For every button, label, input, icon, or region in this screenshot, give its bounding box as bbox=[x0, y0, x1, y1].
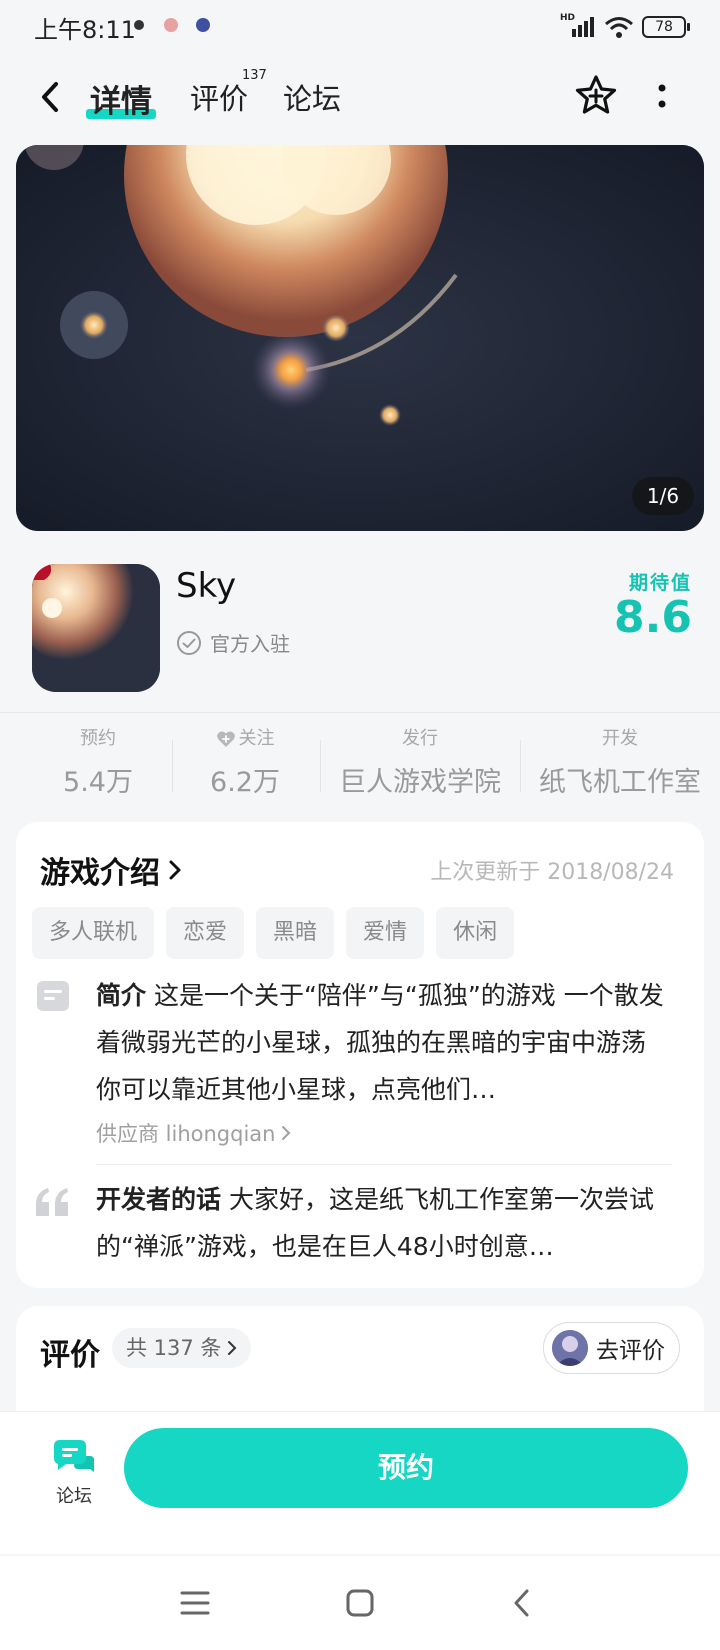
provider-link[interactable]: 供应商 lihongqian bbox=[96, 1118, 291, 1148]
notification-icon bbox=[134, 20, 144, 30]
developer-words[interactable]: 开发者的话 大家好，这是纸飞机工作室第一次尝试的“禅派”游戏，也是在巨人48小时… bbox=[96, 1176, 672, 1270]
document-icon bbox=[37, 981, 69, 1011]
app-icon bbox=[32, 564, 160, 692]
stat-label: 关注 bbox=[238, 728, 275, 749]
stat-label: 开发 bbox=[602, 728, 638, 749]
tag[interactable]: 休闲 bbox=[436, 907, 515, 959]
stat-label: 预约 bbox=[80, 728, 116, 749]
forum-label: 论坛 bbox=[56, 1486, 92, 1507]
app-name: Sky bbox=[176, 566, 237, 606]
divider bbox=[0, 712, 720, 713]
tab-forum[interactable]: 论坛 bbox=[283, 76, 341, 118]
home-icon[interactable] bbox=[343, 1586, 377, 1620]
reviews-count-button[interactable]: 共 137 条 bbox=[112, 1328, 252, 1368]
system-navigation-bar bbox=[0, 1556, 720, 1650]
game-intro-card: 游戏介绍 上次更新于 2018/08/24 多人联机 恋爱 黑暗 爱情 休闲 简… bbox=[16, 822, 704, 1288]
expectation-label: 期待值 bbox=[628, 572, 692, 594]
official-badge: 官方入驻 bbox=[176, 628, 290, 657]
summary-label: 简介 bbox=[96, 981, 147, 1010]
last-updated: 上次更新于 2018/08/24 bbox=[430, 860, 674, 885]
divider bbox=[96, 1164, 672, 1165]
notification-icon bbox=[164, 18, 178, 32]
stat-value: 纸飞机工作室 bbox=[539, 767, 701, 798]
developer-words-label: 开发者的话 bbox=[96, 1185, 222, 1214]
stat-reservations[interactable]: 预约 5.4万 bbox=[38, 726, 158, 799]
chevron-right-icon bbox=[228, 1341, 237, 1355]
back-nav-icon[interactable] bbox=[506, 1586, 540, 1620]
reviews-title: 评价 bbox=[40, 1338, 100, 1373]
tag[interactable]: 多人联机 bbox=[32, 907, 155, 959]
tag[interactable]: 恋爱 bbox=[166, 907, 245, 959]
stat-divider bbox=[320, 740, 321, 792]
avatar bbox=[552, 1330, 588, 1366]
provider-label: 供应商 lihongqian bbox=[96, 1122, 276, 1146]
top-nav: 详情 评价 137 论坛 bbox=[0, 60, 720, 132]
forum-button[interactable]: 论坛 bbox=[44, 1438, 104, 1508]
tab-reviews-label: 评价 bbox=[190, 82, 249, 116]
tab-forum-label: 论坛 bbox=[283, 82, 342, 116]
bottom-action-bar: 论坛 预约 bbox=[0, 1412, 720, 1558]
hero-image bbox=[16, 145, 704, 531]
heart-plus-icon bbox=[216, 731, 235, 747]
summary-text: 这是一个关于“陪伴”与“孤独”的游戏 一个散发着微弱光芒的小星球，孤独的在黑暗的… bbox=[96, 981, 664, 1104]
stat-value: 5.4万 bbox=[63, 767, 133, 798]
tag[interactable]: 爱情 bbox=[346, 907, 425, 959]
official-badge-label: 官方入驻 bbox=[210, 632, 290, 656]
stat-developer[interactable]: 开发 纸飞机工作室 bbox=[530, 726, 710, 799]
tab-reviews-count-badge: 137 bbox=[242, 68, 267, 83]
hero-carousel[interactable]: 1/6 bbox=[16, 145, 704, 531]
menu-icon[interactable] bbox=[178, 1586, 212, 1620]
chat-bubble-icon bbox=[54, 1440, 94, 1472]
expectation-score: 8.6 bbox=[614, 592, 692, 643]
write-review-label: 去评价 bbox=[596, 1338, 665, 1364]
page-indicator: 1/6 bbox=[632, 477, 694, 515]
status-indicators: HD 78 bbox=[560, 13, 690, 40]
status-time: 上午8:11 bbox=[34, 16, 136, 44]
tag-list: 多人联机 恋爱 黑暗 爱情 休闲 bbox=[32, 907, 515, 959]
notification-icon bbox=[196, 18, 210, 32]
stat-value: 巨人游戏学院 bbox=[339, 767, 501, 798]
game-intro-header[interactable]: 游戏介绍 bbox=[40, 848, 182, 892]
stat-value: 6.2万 bbox=[210, 767, 280, 798]
chevron-right-icon bbox=[282, 1126, 291, 1140]
tab-details[interactable]: 详情 bbox=[86, 76, 156, 121]
reviews-card: 评价 共 137 条 去评价 bbox=[16, 1306, 704, 1426]
stat-follows[interactable]: 关注 6.2万 bbox=[185, 726, 305, 799]
game-summary[interactable]: 简介 这是一个关于“陪伴”与“孤独”的游戏 一个散发着微弱光芒的小星球，孤独的在… bbox=[96, 972, 672, 1113]
tab-details-label: 详情 bbox=[90, 84, 152, 120]
star-plus-icon[interactable] bbox=[574, 74, 618, 118]
signal-icon: HD bbox=[560, 13, 596, 39]
tab-reviews[interactable]: 评价 bbox=[190, 76, 248, 118]
stat-publisher[interactable]: 发行 巨人游戏学院 bbox=[330, 726, 510, 799]
wifi-icon bbox=[605, 17, 633, 38]
check-circle-icon bbox=[177, 630, 201, 655]
battery-icon: 78 bbox=[642, 16, 690, 38]
tag[interactable]: 黑暗 bbox=[256, 907, 335, 959]
more-icon[interactable] bbox=[654, 82, 670, 112]
back-icon[interactable] bbox=[34, 78, 68, 116]
reserve-button[interactable]: 预约 bbox=[124, 1428, 688, 1508]
stat-label: 发行 bbox=[402, 728, 438, 749]
game-intro-title: 游戏介绍 bbox=[40, 856, 160, 891]
reviews-count-label: 共 137 条 bbox=[126, 1336, 222, 1360]
stats-row: 预约 5.4万 关注 6.2万 发行 巨人游戏学院 开发 纸飞机工作室 bbox=[0, 726, 720, 806]
write-review-button[interactable]: 去评价 bbox=[543, 1322, 680, 1374]
quote-icon bbox=[36, 1188, 68, 1216]
chevron-right-icon bbox=[169, 860, 181, 880]
stat-divider bbox=[172, 740, 173, 792]
stat-divider bbox=[520, 740, 521, 792]
status-bar: 上午8:11 HD 78 bbox=[0, 0, 720, 52]
